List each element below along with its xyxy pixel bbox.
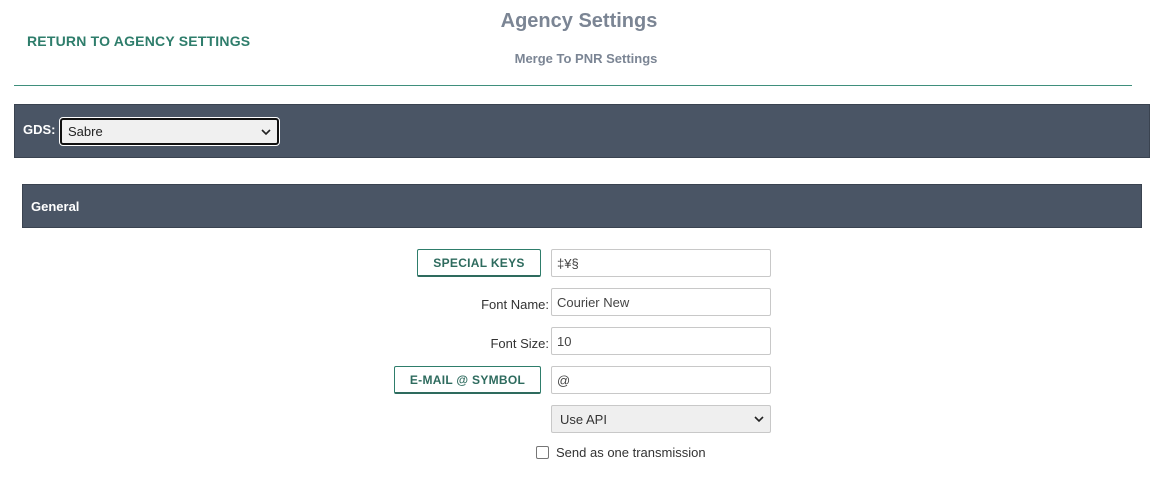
font-name-label: Font Name: [481,297,549,312]
gds-bar: GDS: Sabre [14,104,1150,158]
chevron-down-icon [754,416,764,423]
email-symbol-value: @ [557,372,571,388]
font-size-value: 10 [557,333,572,349]
transmission-method-value: Use API [560,411,607,427]
return-to-agency-settings-link[interactable]: RETURN TO AGENCY SETTINGS [27,33,250,49]
page-title: Agency Settings [500,10,658,32]
email-symbol-input[interactable]: @ [551,366,771,394]
general-section-header: General [22,184,1142,228]
page-subtitle: Merge To PNR Settings [514,51,658,66]
special-keys-value: ‡¥§ [557,255,579,271]
general-section-title: General [31,199,80,214]
email-symbol-button[interactable]: E-MAIL @ SYMBOL [394,366,541,394]
special-keys-input[interactable]: ‡¥§ [551,249,771,277]
font-size-input[interactable]: 10 [551,327,771,355]
gds-select-value: Sabre [68,124,103,139]
transmission-method-select[interactable]: Use API [551,405,771,433]
merge-to-pnr-settings-page: RETURN TO AGENCY SETTINGS Agency Setting… [0,0,1160,481]
gds-select[interactable]: Sabre [59,117,280,146]
send-one-transmission-label: Send as one transmission [556,445,706,460]
font-size-label: Font Size: [490,336,549,351]
header-divider [14,85,1132,86]
special-keys-button[interactable]: SPECIAL KEYS [417,249,541,277]
font-name-value: Courier New [557,294,630,310]
gds-label: GDS: [23,122,56,137]
chevron-down-icon [261,128,271,135]
send-one-transmission-checkbox[interactable] [536,446,549,459]
font-name-input[interactable]: Courier New [551,288,771,316]
